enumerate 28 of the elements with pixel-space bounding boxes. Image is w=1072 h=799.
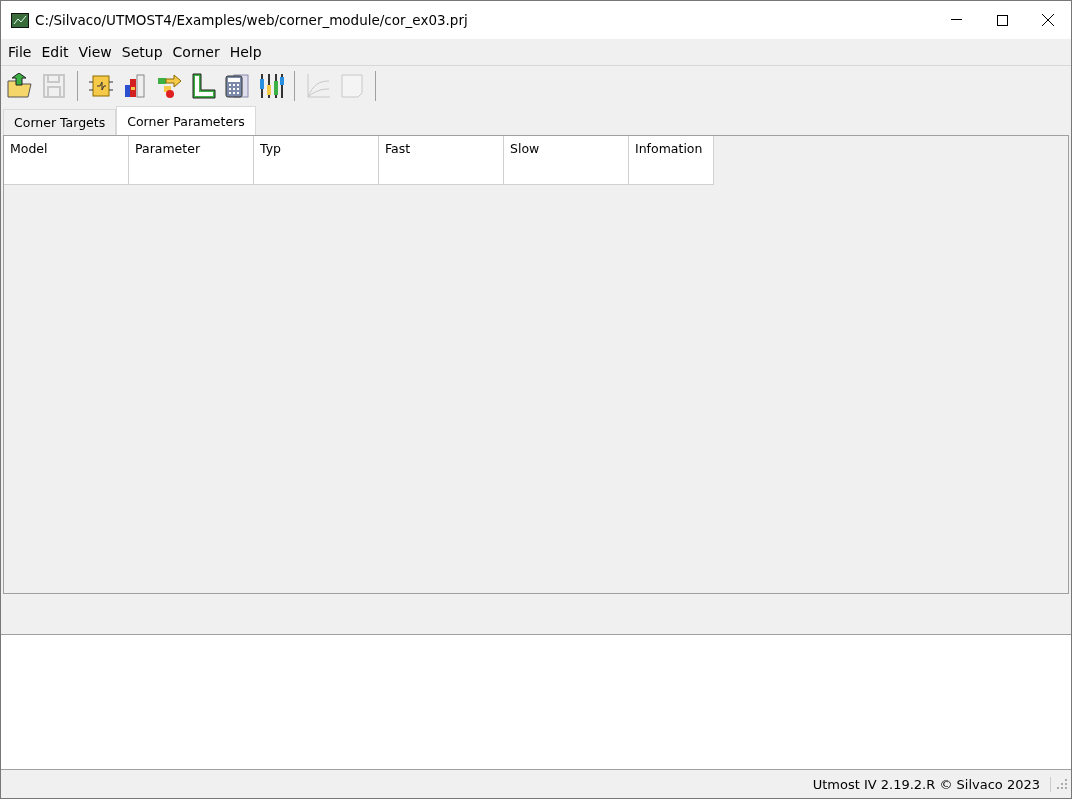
- column-header[interactable]: Parameter: [129, 136, 254, 185]
- menu-item[interactable]: View: [73, 44, 117, 60]
- books-icon[interactable]: [122, 73, 148, 99]
- tab[interactable]: Corner Parameters: [116, 106, 256, 135]
- resize-grip-icon[interactable]: [1057, 779, 1067, 789]
- minimize-icon[interactable]: [950, 19, 962, 21]
- menu-item[interactable]: File: [3, 44, 37, 60]
- column-header[interactable]: Fast: [379, 136, 504, 185]
- folder-icon[interactable]: [6, 73, 34, 99]
- tab[interactable]: Corner Targets: [3, 109, 117, 135]
- menu-item[interactable]: Corner: [167, 44, 225, 60]
- ruler-icon[interactable]: [190, 73, 216, 99]
- menu-item[interactable]: Setup: [116, 44, 168, 60]
- column-header[interactable]: Typ: [254, 136, 379, 185]
- status-text: Utmost IV 2.19.2.R © Silvaco 2023: [812, 776, 1051, 792]
- column-header[interactable]: Slow: [504, 136, 629, 185]
- flow-arrow-icon[interactable]: [156, 73, 182, 99]
- calculator-icon[interactable]: [224, 73, 250, 99]
- column-header[interactable]: Infomation: [629, 136, 714, 185]
- circuit-block-icon[interactable]: [88, 73, 114, 99]
- maximize-icon[interactable]: [996, 14, 1008, 26]
- window-title: C:/Silvaco/UTMOST4/Examples/web/corner_module/cor_ex03.prj: [35, 12, 469, 28]
- app-icon: [11, 12, 29, 28]
- menu-item[interactable]: Help: [224, 44, 267, 60]
- sliders-icon[interactable]: [258, 73, 284, 99]
- close-icon[interactable]: [1042, 14, 1054, 26]
- column-header[interactable]: Model: [4, 136, 129, 185]
- menu-item[interactable]: Edit: [36, 44, 74, 60]
